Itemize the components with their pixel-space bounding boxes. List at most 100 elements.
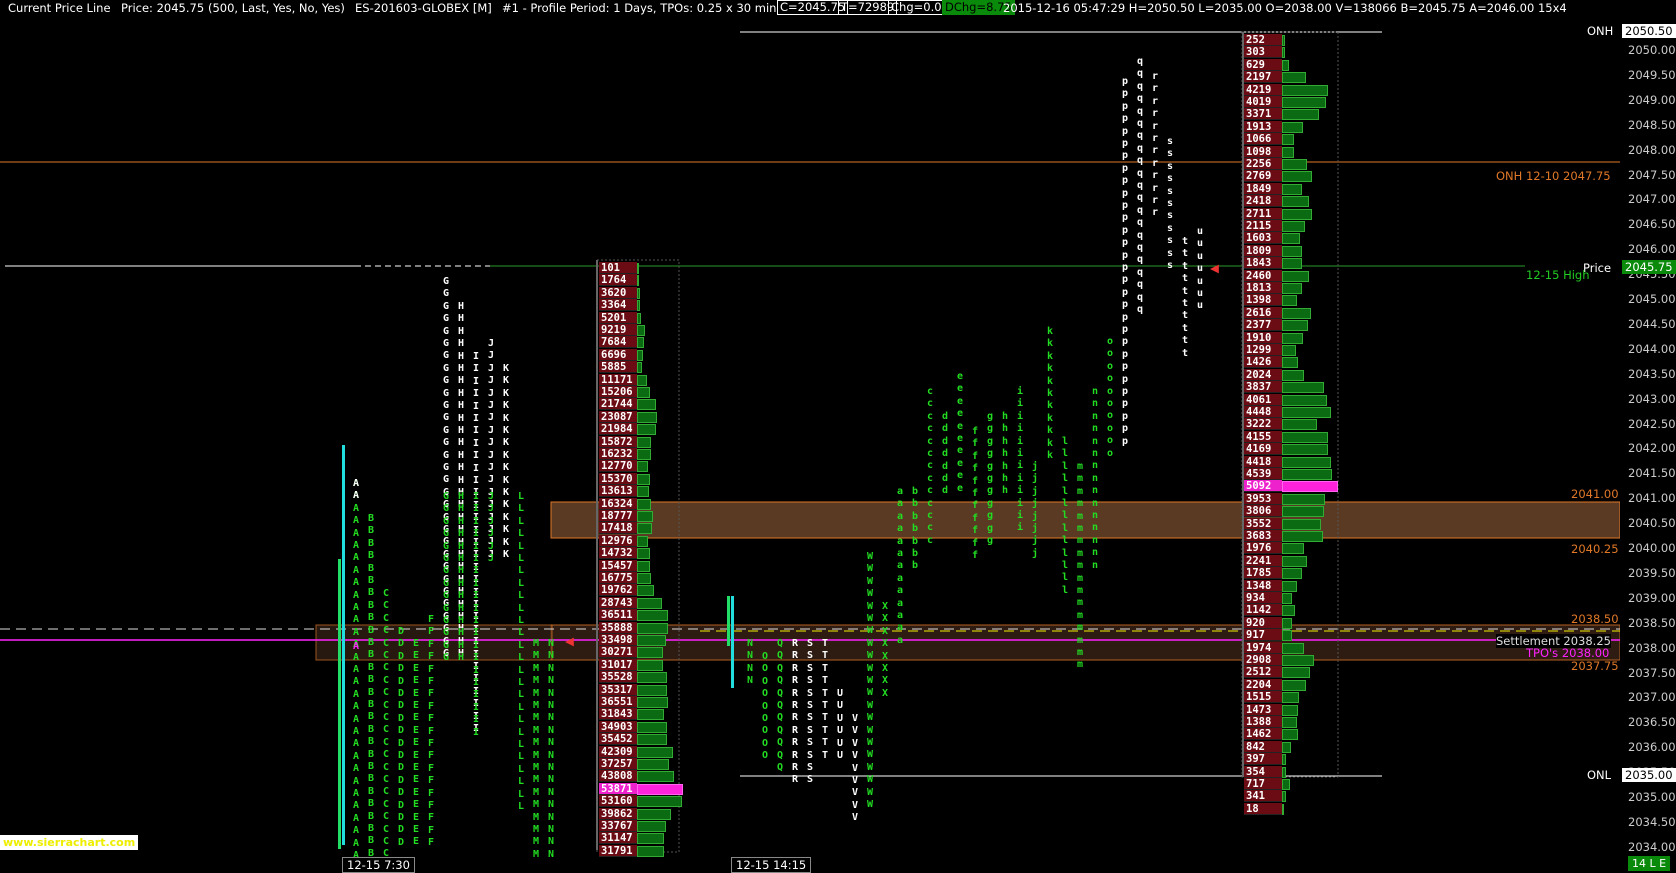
tpo-letter: I	[472, 701, 480, 713]
tpo-letter: u	[1196, 250, 1204, 262]
tpo-letter: M	[532, 737, 540, 749]
tpo-letter: s	[1166, 148, 1174, 160]
tpo-letter: X	[881, 601, 889, 612]
profile3-vol-value: 842	[1246, 740, 1265, 753]
axis-tick-label: 2046.00	[1628, 242, 1676, 257]
tpo-letter: O	[761, 663, 769, 675]
profile1-vol-value: 15370	[601, 472, 633, 485]
tpo-letter: s	[1166, 136, 1174, 147]
profile3-vol-bar	[1282, 729, 1299, 741]
tpo-letter: f	[971, 500, 979, 512]
tpo-letter: F	[427, 614, 435, 625]
tpo-letter: W	[866, 625, 874, 637]
tpo-letter: B	[367, 649, 375, 661]
tpo-letter: m	[1076, 572, 1084, 584]
profile1-vol-bar	[637, 560, 651, 572]
tpo-chart-area[interactable]: AAAAAAAAAAAAAAAAAAAAAAAAAAAAAAAAABBBBBBB…	[0, 16, 1620, 861]
profile3-vol-value: 1348	[1246, 579, 1272, 592]
tpo-letter: a	[896, 548, 904, 559]
tpo-letter: F	[427, 738, 435, 749]
tpo-letter: B	[367, 773, 375, 785]
tpo-letter: M	[532, 749, 540, 761]
tpo-letter: B	[367, 711, 375, 723]
tpo-letter: t	[1181, 335, 1189, 347]
profile1-vol-bar	[637, 287, 641, 299]
tpo-letter: R	[791, 700, 799, 711]
profile3-vol-value: 2616	[1246, 306, 1272, 319]
tpo-letter: u	[1196, 263, 1204, 275]
tpo-letter: g	[986, 497, 994, 509]
profile3-vol-value: 2024	[1246, 368, 1272, 381]
tpo-letter: p	[1121, 373, 1129, 385]
profile1-vol-bar	[637, 734, 668, 746]
tpo-letter: T	[821, 700, 829, 711]
profile1-vol-value: 53160	[601, 795, 633, 808]
tpo-letter: I	[472, 664, 480, 676]
tpo-letter: G	[442, 437, 450, 449]
tpo-letter: I	[472, 363, 480, 375]
tpo-letter: r	[1151, 157, 1159, 169]
tpo-letter: H	[457, 412, 465, 424]
profile1-vol-bar	[637, 721, 667, 733]
chart-header: Current Price Line Price: 2045.75 (500, …	[0, 0, 1676, 16]
tpo-letter: J	[487, 553, 495, 564]
tpo-letter: B	[367, 599, 375, 611]
tpo-letter: H	[457, 449, 465, 461]
profile3-vol-bar	[1282, 630, 1293, 642]
tpo-letter: D	[397, 787, 405, 799]
tpo-letter: d	[941, 435, 949, 447]
profile3-vol-bar	[1282, 580, 1297, 592]
profile3-vol-bar	[1282, 543, 1304, 555]
ib-bar-1	[342, 445, 345, 845]
tpo-letter: p	[1121, 435, 1129, 447]
tpo-letter: s	[1166, 198, 1174, 209]
profile3-vol-value: 1426	[1246, 356, 1272, 369]
tpo-letter: N	[547, 650, 555, 662]
tpo-letter: m	[1076, 547, 1084, 559]
profile3-vol-bar	[1282, 134, 1294, 146]
tpo-letter: M	[532, 687, 540, 699]
level-2037-75: 2037.75	[1571, 659, 1619, 673]
tpo-letter: E	[412, 749, 420, 761]
tpo-letter: k	[1046, 425, 1054, 437]
profile1-vol-value: 19762	[601, 584, 633, 597]
tpo-letter: S	[806, 724, 814, 736]
tpo-letter: q	[1136, 217, 1144, 229]
profile1-vol-bar	[637, 436, 651, 448]
tpo-letter: r	[1151, 108, 1159, 120]
tpo-letter: M	[532, 848, 540, 860]
symbol-label[interactable]: ES-201603-GLOBEX [M]	[355, 1, 492, 15]
tpo-letter: L	[517, 652, 525, 664]
tpo-letter: G	[442, 412, 450, 424]
tpo-letter: i	[1016, 410, 1024, 422]
profile3-vol-bar	[1282, 307, 1311, 319]
tpo-letter: p	[1121, 100, 1129, 112]
tpo-letter: H	[457, 325, 465, 337]
tpo-letter: L	[517, 515, 525, 527]
tpo-letter: V	[851, 799, 859, 811]
level-2041: 2041.00	[1571, 487, 1619, 501]
tpo-letter: r	[1151, 182, 1159, 194]
profile3-vol-value: 917	[1246, 629, 1265, 642]
tpo-letter: s	[1166, 222, 1174, 234]
tpo-letter: k	[1046, 338, 1054, 350]
tpo-letter: A	[352, 713, 360, 725]
tpo-letter: k	[1046, 363, 1054, 375]
tpos-label: TPO's 2038.00	[1526, 646, 1610, 660]
tpo-letter: J	[487, 462, 495, 473]
tpo-letter: A	[352, 602, 360, 613]
axis-tick-label: 2048.50	[1628, 117, 1676, 132]
profile3-vol-value: 3837	[1246, 381, 1272, 394]
tpo-letter: X	[881, 650, 889, 662]
tpo-letter: b	[911, 548, 919, 559]
tpo-letter: s	[1166, 260, 1174, 271]
profile3-vol-value: 2418	[1246, 195, 1272, 208]
tpo-letter: G	[442, 503, 450, 515]
tpo-letter: G	[442, 288, 450, 300]
tpo-letter: b	[911, 498, 919, 510]
price-axis[interactable]: 2050.00 2049.50 2049.00 2048.50 2048.00 2047.…	[1620, 16, 1676, 856]
tpo-letter: t	[1181, 322, 1189, 334]
tpo-letter: E	[412, 811, 420, 823]
tpo-letter: A	[352, 540, 360, 551]
tpo-letter: i	[1016, 460, 1024, 472]
